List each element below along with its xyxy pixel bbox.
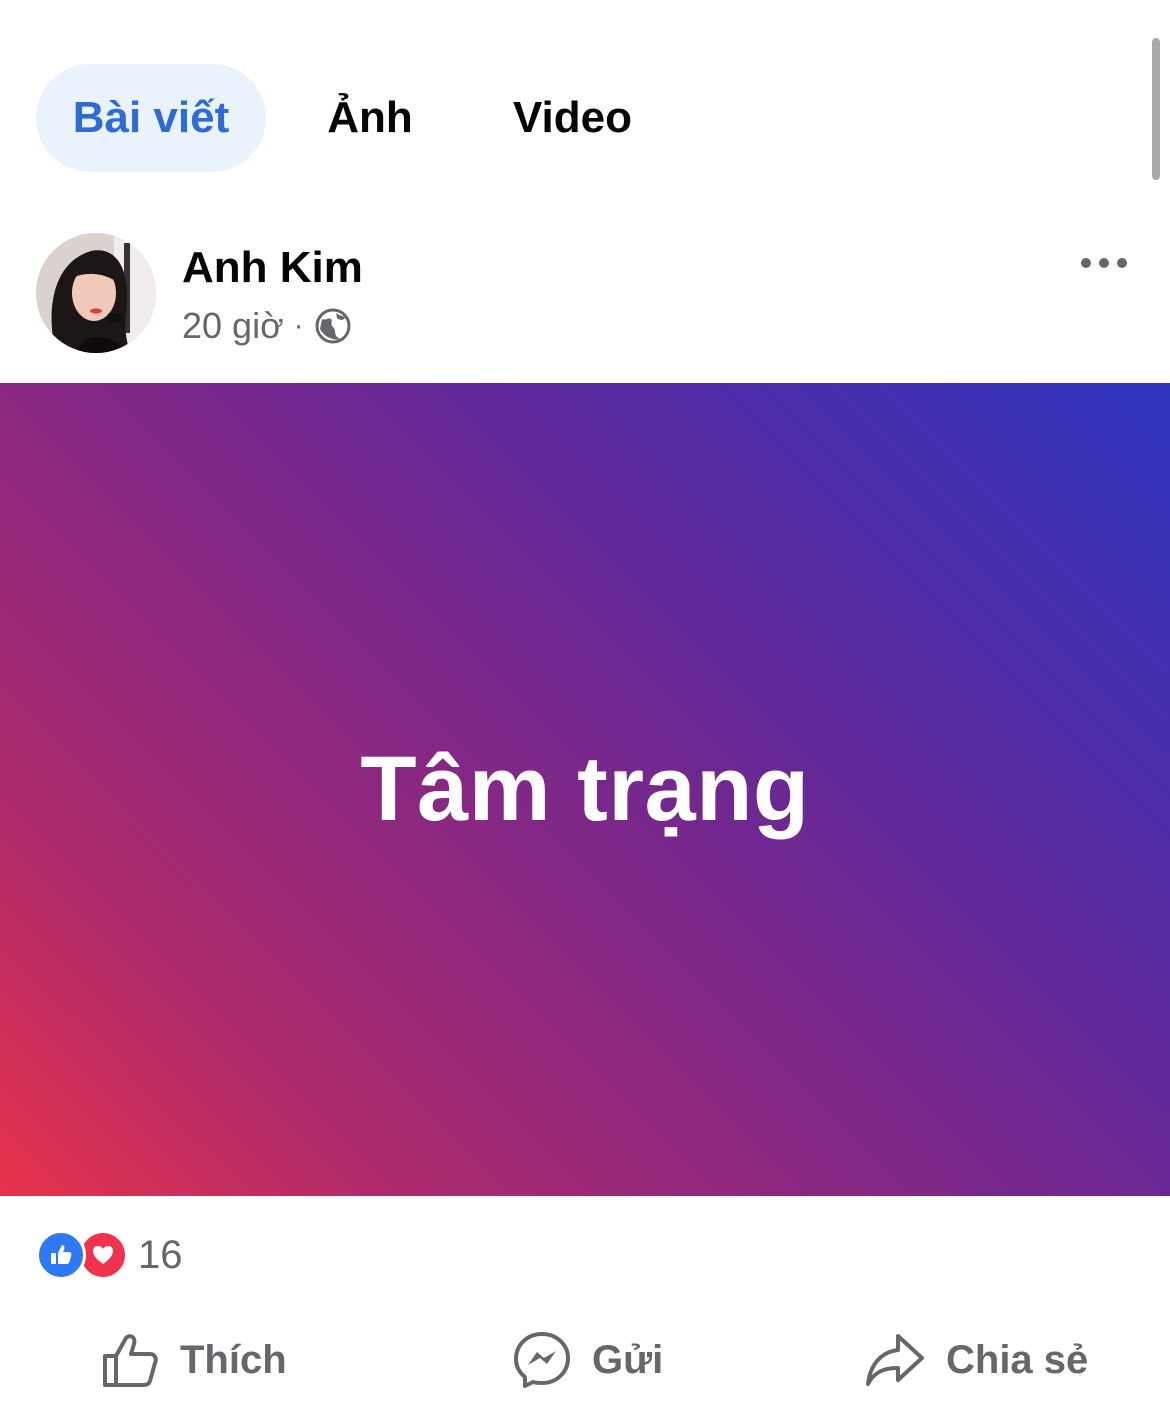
meta-separator: · bbox=[293, 309, 304, 342]
scrollbar[interactable] bbox=[1152, 38, 1160, 180]
globe-icon[interactable] bbox=[314, 307, 352, 345]
tab-photos[interactable]: Ảnh bbox=[300, 64, 440, 172]
avatar-photo bbox=[36, 233, 156, 353]
tab-videos[interactable]: Video bbox=[480, 64, 665, 172]
like-label: Thích bbox=[180, 1337, 287, 1382]
share-button[interactable]: Chia sẻ bbox=[864, 1310, 1088, 1410]
like-reaction-icon bbox=[36, 1230, 86, 1280]
status-background[interactable]: Tâm trạng bbox=[0, 383, 1170, 1196]
more-options-icon[interactable] bbox=[1072, 250, 1136, 280]
post-meta: 20 giờ · bbox=[182, 303, 352, 349]
messenger-icon bbox=[514, 1332, 570, 1388]
tab-posts[interactable]: Bài viết bbox=[36, 64, 266, 172]
reaction-count: 16 bbox=[138, 1232, 183, 1277]
send-button[interactable]: Gửi bbox=[512, 1310, 663, 1410]
send-label: Gửi bbox=[592, 1337, 664, 1382]
share-arrow-icon bbox=[866, 1334, 924, 1386]
profile-tabs: Bài viết Ảnh Video bbox=[0, 0, 1170, 190]
share-label: Chia sẻ bbox=[946, 1337, 1089, 1382]
thumbs-up-icon bbox=[103, 1334, 158, 1387]
avatar[interactable] bbox=[36, 233, 156, 353]
like-button[interactable]: Thích bbox=[100, 1310, 287, 1410]
post-actions: Thích Gửi Chia sẻ bbox=[0, 1310, 1170, 1410]
status-text: Tâm trạng bbox=[360, 738, 810, 840]
post-time[interactable]: 20 giờ bbox=[182, 305, 284, 347]
author-name[interactable]: Anh Kim bbox=[182, 242, 363, 294]
reactions-summary[interactable]: 16 bbox=[36, 1230, 183, 1280]
post-header: Anh Kim 20 giờ · bbox=[0, 200, 1170, 380]
